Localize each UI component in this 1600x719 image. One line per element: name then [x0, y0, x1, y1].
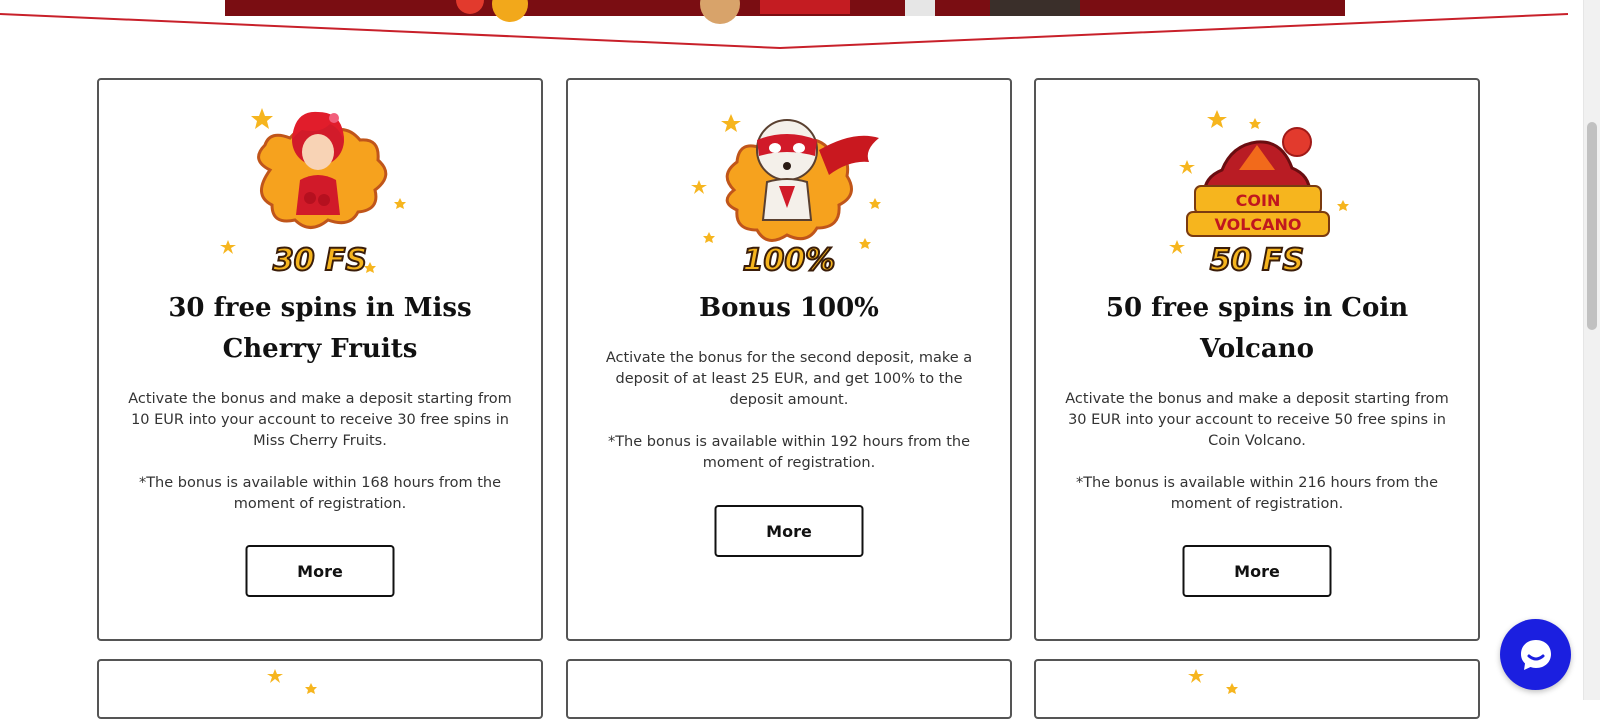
star-icon	[305, 683, 317, 694]
live-chat-button[interactable]	[1500, 619, 1571, 690]
card-description: Activate the bonus for the second deposi…	[605, 350, 973, 408]
card-title: Bonus 100%	[699, 293, 879, 323]
raccoon-hero-illustration: 100%	[679, 90, 899, 280]
miss-cherry-illustration: 30 FS	[210, 90, 430, 280]
card-note: *The bonus is available within 192 hours…	[607, 434, 971, 471]
bonus-card-coin-volcano: COIN VOLCANO 50 FS 50 free spins in Coin…	[1034, 78, 1480, 641]
star-icon	[267, 669, 283, 683]
card-title: 50 free spins in Coin Volcano	[1105, 293, 1409, 364]
bonus-card-partial	[566, 659, 1012, 719]
card-title: 30 free spins in Miss Cherry Fruits	[168, 293, 472, 364]
more-button[interactable]: More	[1182, 545, 1332, 597]
badge-text: 100%	[743, 243, 836, 278]
logo-line1: COIN	[1236, 191, 1281, 210]
bonus-card-partial	[97, 659, 543, 719]
coin-volcano-illustration: COIN VOLCANO 50 FS	[1147, 90, 1367, 280]
card-note: *The bonus is available within 168 hours…	[138, 475, 502, 512]
hero-banner	[0, 0, 1568, 52]
badge-text: 30 FS	[273, 243, 367, 278]
bonus-card-100-percent: 100% Bonus 100% Activate the bonus for t…	[566, 78, 1012, 641]
scrollbar-thumb[interactable]	[1587, 122, 1597, 330]
star-icon	[1226, 683, 1238, 694]
chat-bubble-icon	[1520, 639, 1551, 670]
card-description: Activate the bonus and make a deposit st…	[128, 391, 512, 449]
card-description: Activate the bonus and make a deposit st…	[1065, 391, 1449, 449]
more-button[interactable]: More	[245, 545, 395, 597]
more-button[interactable]: More	[714, 505, 864, 557]
bonus-card-partial	[1034, 659, 1480, 719]
card-note: *The bonus is available within 216 hours…	[1075, 475, 1439, 512]
badge-text: 50 FS	[1210, 243, 1304, 278]
page-scrollbar[interactable]	[1583, 0, 1600, 700]
logo-line2: VOLCANO	[1214, 215, 1301, 234]
bonus-card-miss-cherry: 30 FS 30 free spins in Miss Cherry Fruit…	[97, 78, 543, 641]
star-icon	[1188, 669, 1204, 683]
